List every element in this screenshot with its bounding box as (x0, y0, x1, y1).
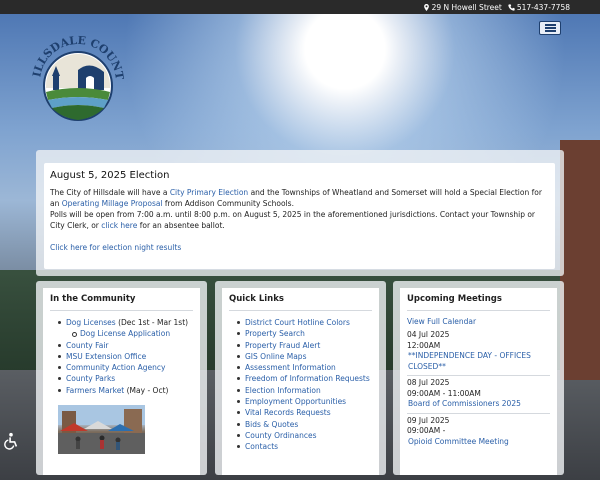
quick-link[interactable]: Property Fraud Alert (245, 341, 320, 350)
alert-paragraph: The City of Hillsdale will have a City P… (50, 188, 542, 230)
list-item: Dog License Application (50, 328, 193, 339)
quick-link[interactable]: GIS Online Maps (245, 352, 306, 361)
county-fair-link[interactable]: County Fair (66, 341, 108, 350)
community-title: In the Community (50, 294, 193, 311)
list-item: Farmers Market (May - Oct) (50, 385, 193, 396)
county-parks-link[interactable]: County Parks (66, 374, 115, 383)
list-item: Bids & Quotes (229, 419, 372, 430)
quick-link[interactable]: Contacts (245, 442, 278, 451)
community-action-link[interactable]: Community Action Agency (66, 363, 166, 372)
address-link[interactable]: 29 N Howell Street (423, 3, 502, 12)
election-results-link[interactable]: Click here for election night results (50, 243, 181, 252)
hero-building (560, 140, 600, 380)
msu-extension-link[interactable]: MSU Extension Office (66, 352, 146, 361)
alert-title: August 5, 2025 Election (50, 170, 170, 181)
quick-link[interactable]: County Ordinances (245, 431, 317, 440)
address-text: 29 N Howell Street (431, 2, 502, 12)
meeting-time: 09:00AM - 11:00AM (407, 388, 481, 398)
list-item: Dog Licenses (Dec 1st - Mar 1st) (50, 317, 193, 328)
top-contact-bar: 29 N Howell Street 517-437-7758 (0, 0, 600, 14)
election-alert-panel: August 5, 2025 Election The City of Hill… (36, 150, 564, 276)
farmers-market-photo[interactable] (58, 405, 145, 455)
list-item: County Ordinances (229, 430, 372, 441)
phone-text: 517-437-7758 (516, 2, 570, 12)
meeting-date: 08 Jul 2025 (407, 378, 450, 387)
list-item: County Fair (50, 340, 193, 351)
meeting-title[interactable]: Board of Commissioners 2025 (407, 399, 550, 410)
meeting-item[interactable]: 08 Jul 2025 09:00AM - 11:00AM Board of C… (407, 376, 550, 414)
list-item: District Court Hotline Colors (229, 317, 372, 328)
quick-link[interactable]: Vital Records Requests (245, 408, 331, 417)
phone-link[interactable]: 517-437-7758 (508, 3, 570, 12)
quick-link[interactable]: District Court Hotline Colors (245, 318, 350, 327)
list-item: Property Search (229, 328, 372, 339)
phone-icon (508, 3, 515, 11)
quick-links-card: Quick Links District Court Hotline Color… (215, 281, 386, 475)
farmers-market-link[interactable]: Farmers Market (66, 386, 124, 395)
list-item: Freedom of Information Requests (229, 373, 372, 384)
quick-links-list: District Court Hotline Colors Property S… (229, 317, 372, 453)
quick-link[interactable]: Freedom of Information Requests (245, 374, 370, 383)
map-marker-icon (423, 3, 429, 11)
list-item: Community Action Agency (50, 362, 193, 373)
meeting-date: 09 Jul 2025 (407, 415, 450, 425)
county-seal-logo[interactable]: HILLSDALE COUNTY (28, 30, 128, 125)
meetings-title: Upcoming Meetings (407, 294, 550, 311)
list-item: GIS Online Maps (229, 351, 372, 362)
quick-link[interactable]: Bids & Quotes (245, 420, 298, 429)
quick-link[interactable]: Employment Opportunities (245, 397, 346, 406)
city-primary-election-link[interactable]: City Primary Election (170, 188, 248, 197)
meeting-time: 12:00AM (407, 340, 441, 350)
quick-link[interactable]: Assessment Information (245, 363, 336, 372)
list-item: Property Fraud Alert (229, 340, 372, 351)
list-item: Election Information (229, 385, 372, 396)
community-card: In the Community Dog Licenses (Dec 1st -… (36, 281, 207, 475)
absentee-ballot-link[interactable]: click here (101, 221, 137, 230)
meeting-title[interactable]: **INDEPENDENCE DAY - OFFICES CLOSED** (407, 351, 550, 372)
meeting-item[interactable]: 04 Jul 2025 12:00AM **INDEPENDENCE DAY -… (407, 328, 550, 376)
list-item: County Parks (50, 373, 193, 384)
list-item: Contacts (229, 441, 372, 452)
dog-license-application-link[interactable]: Dog License Application (80, 329, 170, 338)
view-calendar-link[interactable]: View Full Calendar (407, 317, 550, 326)
community-list: Dog Licenses (Dec 1st - Mar 1st) Dog Lic… (50, 317, 193, 396)
dog-licenses-link[interactable]: Dog Licenses (66, 318, 116, 327)
meetings-card: Upcoming Meetings View Full Calendar 04 … (393, 281, 564, 475)
quick-links-title: Quick Links (229, 294, 372, 311)
meeting-time: 09:00AM - (407, 426, 446, 435)
quick-link[interactable]: Property Search (245, 329, 305, 338)
list-item: Assessment Information (229, 362, 372, 373)
list-item: Employment Opportunities (229, 396, 372, 407)
operating-millage-link[interactable]: Operating Millage Proposal (62, 199, 163, 208)
meeting-title[interactable]: Opioid Committee Meeting (407, 437, 550, 448)
meeting-item[interactable]: 09 Jul 2025 09:00AM - Opioid Committee M… (407, 414, 550, 451)
hamburger-menu-icon[interactable] (539, 21, 561, 35)
quick-link[interactable]: Election Information (245, 386, 321, 395)
wheelchair-accessibility-icon[interactable] (2, 432, 20, 450)
list-item: MSU Extension Office (50, 351, 193, 362)
meeting-date: 04 Jul 2025 (407, 330, 450, 339)
list-item: Vital Records Requests (229, 407, 372, 418)
